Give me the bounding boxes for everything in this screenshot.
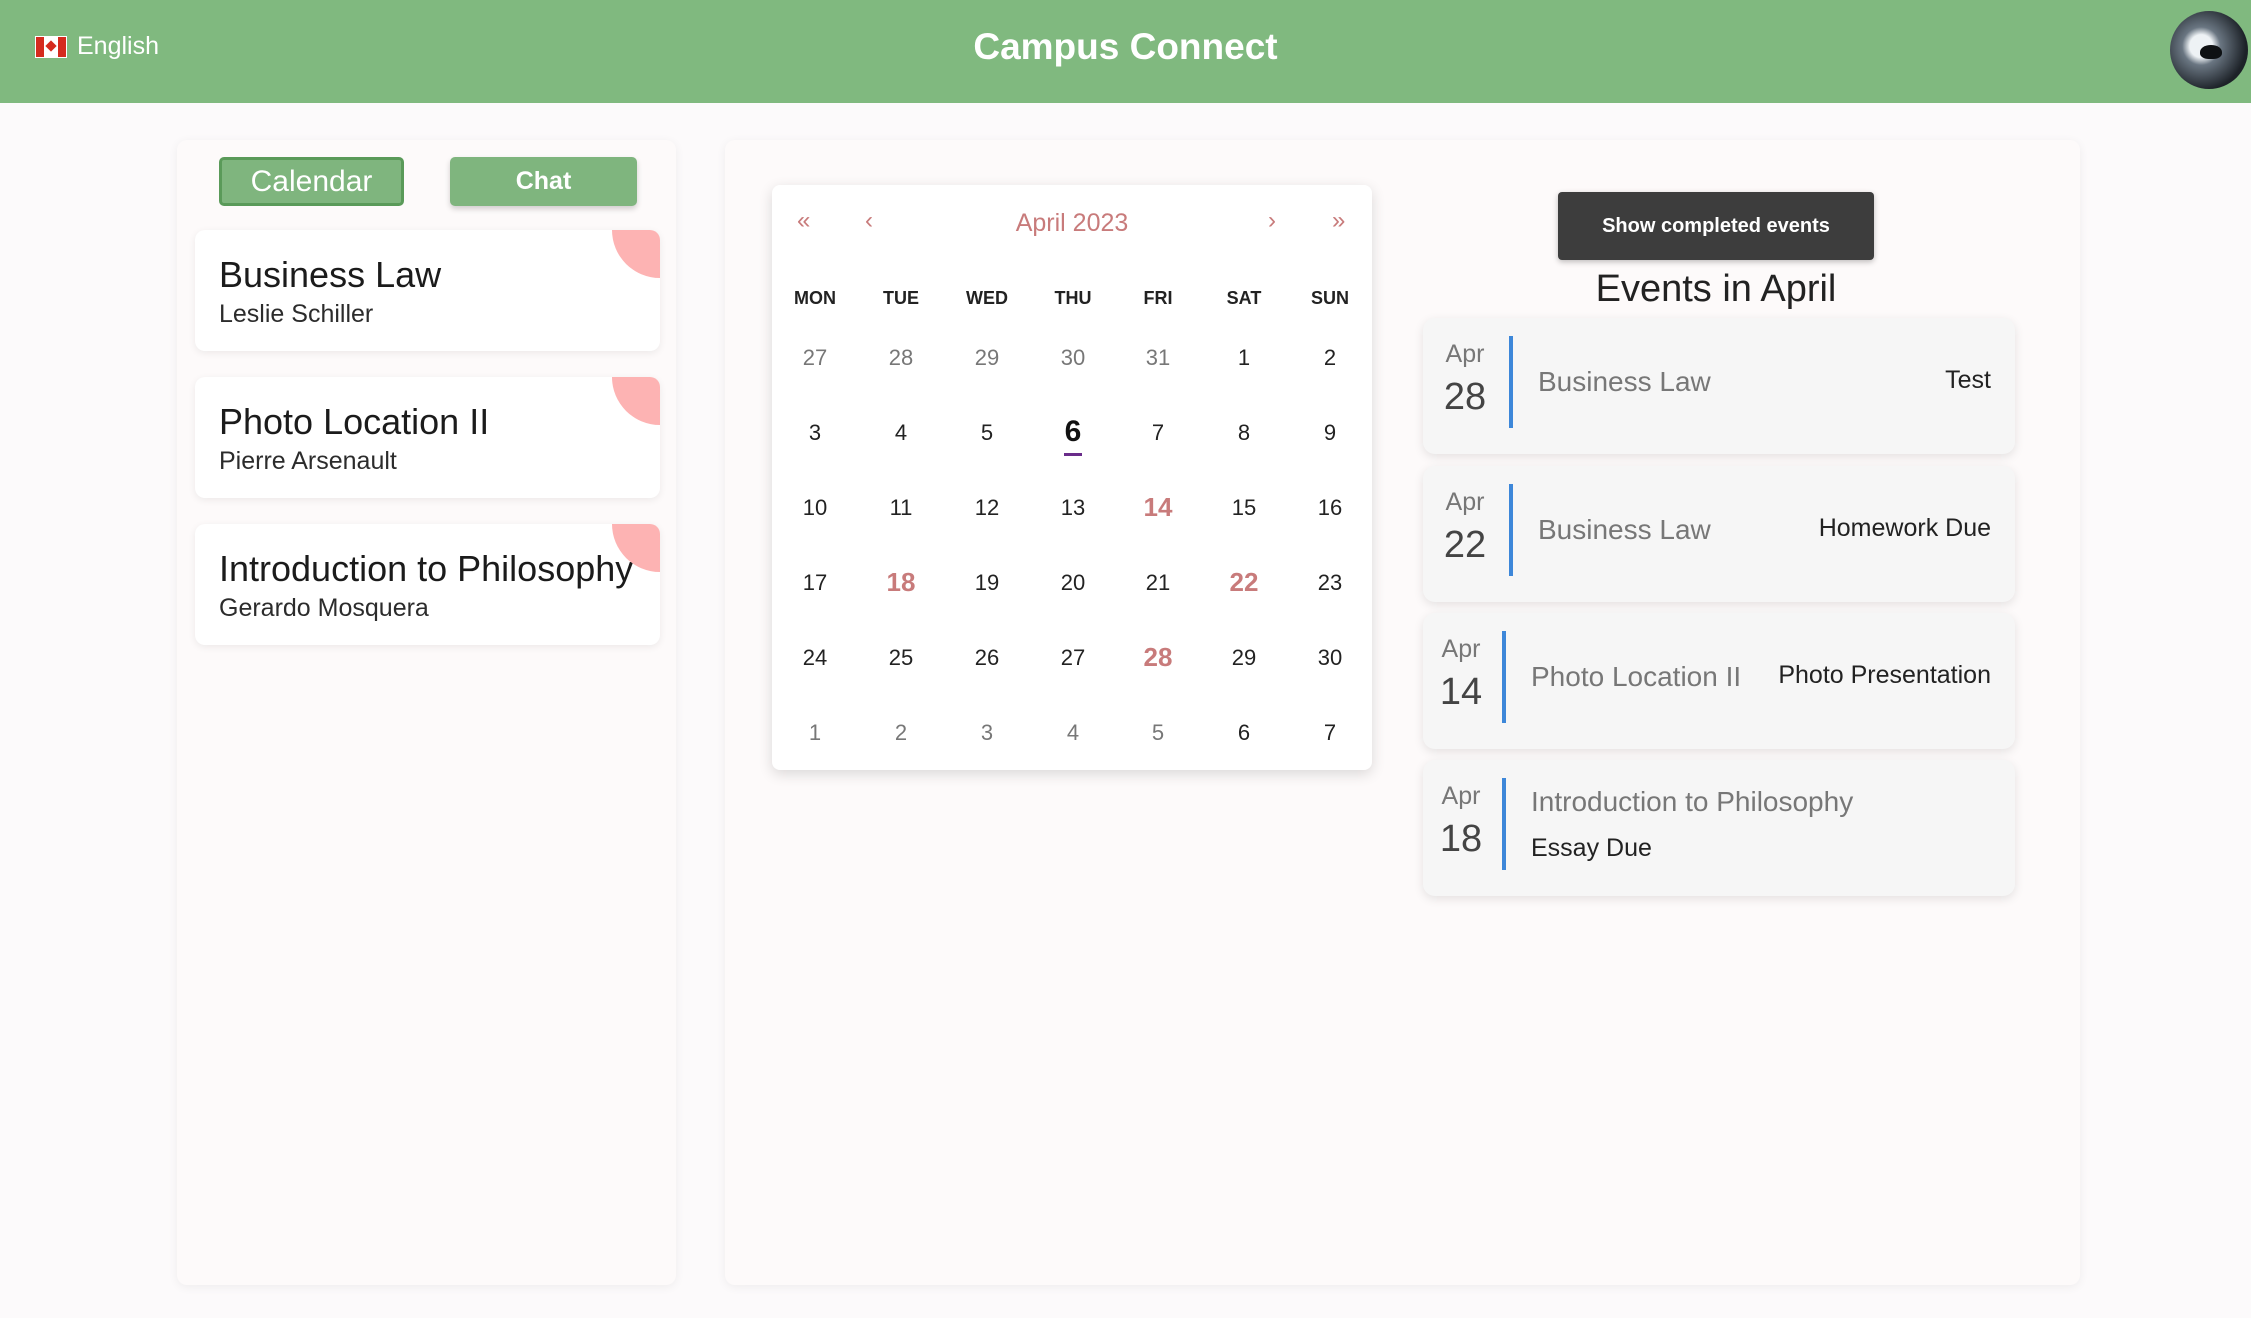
calendar-day[interactable]: 24 (772, 645, 858, 671)
calendar-day[interactable]: 6 (1201, 720, 1287, 746)
course-color-tag (612, 377, 660, 425)
weekday-header: THU (1054, 288, 1092, 308)
calendar-day[interactable]: 7 (1115, 420, 1201, 446)
course-name: Photo Location II (219, 401, 490, 442)
calendar-day[interactable]: 28 (858, 345, 944, 371)
event-day: 22 (1443, 524, 1487, 566)
event-card[interactable]: Apr 28 Business Law Test (1423, 318, 2015, 454)
calendar-day[interactable]: 23 (1287, 570, 1373, 596)
calendar-day[interactable]: 26 (944, 645, 1030, 671)
calendar-day[interactable]: 17 (772, 570, 858, 596)
event-course: Business Law (1538, 366, 1711, 397)
calendar-day[interactable]: 3 (772, 420, 858, 446)
event-month: Apr (1441, 635, 1481, 663)
event-course: Business Law (1538, 514, 1711, 545)
chat-tab-button[interactable]: Chat (450, 157, 637, 206)
calendar-day[interactable]: 12 (944, 495, 1030, 521)
calendar-month-label[interactable]: April 2023 (772, 209, 1372, 238)
calendar-day[interactable]: 3 (944, 720, 1030, 746)
calendar-day-with-event[interactable]: 14 (1115, 492, 1201, 523)
calendar-day[interactable]: 2 (1287, 345, 1373, 371)
calendar-widget: « ‹ April 2023 › » MON TUE WED THU FRI S… (772, 185, 1372, 770)
event-divider (1502, 778, 1506, 870)
app-title: Campus Connect (973, 26, 1278, 67)
course-sidebar: Calendar Chat Business Law Leslie Schill… (177, 140, 676, 1285)
calendar-day[interactable]: 7 (1287, 720, 1373, 746)
event-day: 14 (1439, 671, 1483, 713)
course-card-business-law[interactable]: Business Law Leslie Schiller (195, 230, 660, 351)
calendar-day[interactable]: 1 (772, 720, 858, 746)
show-completed-events-button[interactable]: Show completed events (1558, 192, 1874, 260)
weekday-header: WED (966, 288, 1008, 308)
user-avatar[interactable] (2170, 11, 2248, 89)
weekday-header: MON (794, 288, 836, 308)
event-card[interactable]: Apr 22 Business Law Homework Due (1423, 466, 2015, 602)
event-divider (1502, 631, 1506, 723)
event-month: Apr (1445, 488, 1485, 516)
next-year-button[interactable]: » (1332, 207, 1345, 235)
calendar-day[interactable]: 30 (1287, 645, 1373, 671)
calendar-day[interactable]: 2 (858, 720, 944, 746)
calendar-day-with-event[interactable]: 28 (1115, 642, 1201, 673)
calendar-day[interactable]: 30 (1030, 345, 1116, 371)
calendar-day[interactable]: 16 (1287, 495, 1373, 521)
course-professor: Pierre Arsenault (219, 447, 397, 475)
event-card[interactable]: Apr 18 Introduction to Philosophy Essay … (1423, 760, 2015, 896)
calendar-day[interactable]: 15 (1201, 495, 1287, 521)
event-divider (1509, 484, 1513, 576)
calendar-day[interactable]: 1 (1201, 345, 1287, 371)
calendar-day[interactable]: 5 (944, 420, 1030, 446)
calendar-day[interactable]: 20 (1030, 570, 1116, 596)
top-bar: English Campus Connect (0, 0, 2251, 103)
calendar-day[interactable]: 5 (1115, 720, 1201, 746)
event-card[interactable]: Apr 14 Photo Location II Photo Presentat… (1423, 613, 2015, 749)
event-type: Test (1945, 366, 1991, 394)
calendar-day[interactable]: 11 (858, 495, 944, 521)
calendar-day[interactable]: 29 (1201, 645, 1287, 671)
calendar-day[interactable]: 4 (1030, 720, 1116, 746)
event-course: Photo Location II (1531, 661, 1742, 692)
calendar-day[interactable]: 29 (944, 345, 1030, 371)
course-color-tag (612, 230, 660, 278)
calendar-day[interactable]: 9 (1287, 420, 1373, 446)
calendar-day[interactable]: 31 (1115, 345, 1201, 371)
event-month: Apr (1441, 782, 1481, 810)
calendar-day[interactable]: 13 (1030, 495, 1116, 521)
next-month-button[interactable]: › (1268, 207, 1276, 235)
calendar-day[interactable]: 10 (772, 495, 858, 521)
calendar-day[interactable]: 27 (1030, 645, 1116, 671)
course-card-philosophy[interactable]: Introduction to Philosophy Gerardo Mosqu… (195, 524, 660, 645)
course-professor: Gerardo Mosquera (219, 594, 429, 622)
events-heading: Events in April (1595, 268, 1837, 310)
event-divider (1509, 336, 1513, 428)
course-professor: Leslie Schiller (219, 300, 374, 328)
weekday-header: SUN (1310, 288, 1349, 308)
event-day: 18 (1439, 818, 1483, 860)
calendar-day[interactable]: 8 (1201, 420, 1287, 446)
event-type: Homework Due (1818, 514, 1991, 542)
event-type: Essay Due (1531, 834, 1652, 862)
calendar-day[interactable]: 25 (858, 645, 944, 671)
course-card-photo-location[interactable]: Photo Location II Pierre Arsenault (195, 377, 660, 498)
weekday-header: TUE (883, 288, 919, 308)
course-name: Business Law (219, 254, 442, 295)
calendar-day-with-event[interactable]: 18 (858, 567, 944, 598)
calendar-day-with-event[interactable]: 22 (1201, 567, 1287, 598)
event-course: Introduction to Philosophy (1531, 786, 1854, 817)
event-month: Apr (1445, 340, 1485, 368)
event-day: 28 (1443, 376, 1487, 418)
weekday-header: SAT (1226, 288, 1262, 308)
course-name: Introduction to Philosophy (219, 548, 634, 589)
calendar-day[interactable]: 27 (772, 345, 858, 371)
calendar-day[interactable]: 4 (858, 420, 944, 446)
calendar-day[interactable]: 21 (1115, 570, 1201, 596)
event-type: Photo Presentation (1778, 661, 1991, 689)
calendar-day-today[interactable]: 6 (1030, 415, 1116, 456)
weekday-header: FRI (1143, 288, 1173, 308)
calendar-tab-button[interactable]: Calendar (219, 157, 404, 206)
calendar-day[interactable]: 19 (944, 570, 1030, 596)
